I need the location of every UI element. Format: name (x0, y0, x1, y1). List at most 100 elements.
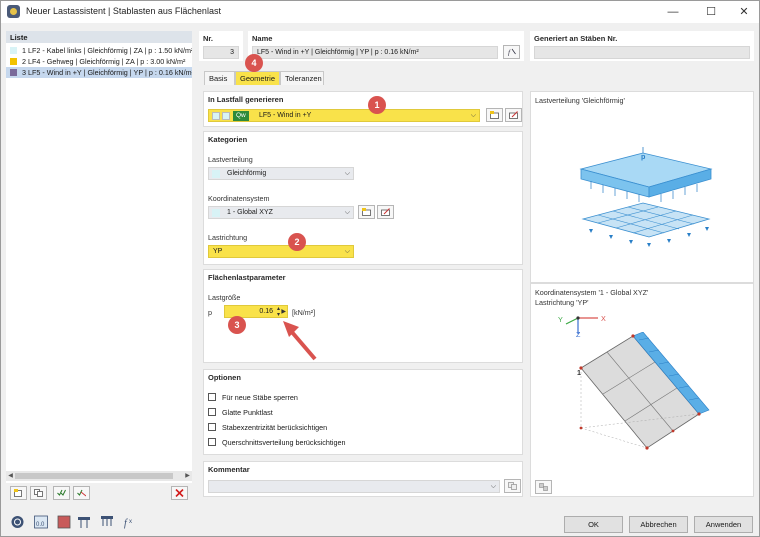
preview-top-caption: Lastverteilung 'Gleichförmig' (535, 96, 625, 105)
params-title: Flächenlastparameter (208, 273, 286, 282)
color-swatch (10, 69, 17, 76)
edit-coord-button[interactable] (377, 205, 394, 219)
preview-options-icon (539, 483, 548, 491)
uncheck-all-button[interactable] (73, 486, 90, 500)
preview-options-button[interactable] (535, 480, 552, 494)
direction-label: Lastrichtung (208, 233, 248, 242)
annotation-badge-4: 4 (245, 54, 263, 72)
new-loadcase-icon (490, 111, 499, 119)
loadcase-type-swatch (222, 112, 230, 120)
coord-label: Koordinatensystem (208, 194, 270, 203)
loadcase-dropdown[interactable]: Qw LF5 - Wind in +Y ⌵ (208, 109, 480, 122)
scroll-right-icon[interactable]: ▶ (183, 471, 192, 481)
coord-dropdown[interactable]: 1 - Global XYZ ⌵ (208, 206, 354, 219)
new-loadcase-button[interactable] (486, 108, 503, 122)
scroll-left-icon[interactable]: ◀ (6, 471, 15, 481)
generated-label: Generiert an Stäben Nr. (534, 34, 618, 43)
copy-item-button[interactable] (30, 486, 47, 500)
node-label: 1 (577, 368, 581, 377)
chevron-down-icon: ⌵ (344, 209, 350, 216)
distribution-swatch (212, 170, 220, 178)
option-lock-new-members[interactable]: Für neue Stäbe sperren (208, 393, 298, 404)
close-button[interactable]: ✕ (729, 1, 759, 23)
distribution-dropdown[interactable]: Gleichförmig ⌵ (208, 167, 354, 180)
loadcase-value: LF5 - Wind in +Y (259, 112, 312, 119)
list-horizontal-scrollbar[interactable]: ◀ ▶ (6, 471, 192, 481)
tab-basis[interactable]: Basis (204, 71, 235, 85)
units-icon[interactable]: 0.0 (34, 515, 49, 529)
options-title: Optionen (208, 373, 241, 382)
minimize-button[interactable]: — (658, 1, 688, 23)
loadcase-title: In Lastfall generieren (208, 95, 284, 104)
loadcase-color-swatch (212, 112, 220, 120)
new-item-button[interactable] (10, 486, 27, 500)
chevron-down-icon: ⌵ (344, 170, 350, 177)
distribution-label: Lastverteilung (208, 155, 253, 164)
spinner-icon[interactable]: ▴ ▾ (277, 306, 280, 318)
edit-loadcase-button[interactable] (505, 108, 522, 122)
formula-icon[interactable]: fx (122, 515, 137, 529)
edit-name-button[interactable]: f (503, 45, 520, 59)
comment-library-button[interactable] (504, 479, 521, 493)
option-smooth-point-load[interactable]: Glatte Punktlast (208, 408, 273, 419)
comment-dropdown[interactable]: ⌵ (208, 480, 500, 493)
dialog-window: Neuer Lastassistent | Stablasten aus Flä… (0, 0, 760, 537)
checkbox[interactable] (208, 408, 216, 416)
generated-group: Generiert an Stäben Nr. (530, 31, 754, 61)
list-item[interactable]: 2 LF4 - Gehweg | Gleichförmig | ZA | p :… (6, 56, 192, 67)
checkbox[interactable] (208, 438, 216, 446)
nr-field[interactable]: 3 (203, 46, 239, 59)
direction-dropdown[interactable]: YP ⌵ (208, 245, 354, 258)
list-item-selected[interactable]: 3 LF5 - Wind in +Y | Gleichförmig | YP |… (6, 67, 192, 78)
copy-icon (508, 482, 517, 490)
list-panel: Liste 1 LF2 - Kabel links | Gleichförmig… (6, 31, 192, 483)
ok-button[interactable]: OK (564, 516, 623, 533)
scroll-thumb[interactable] (15, 473, 173, 479)
svg-text:0.0: 0.0 (36, 522, 45, 528)
load-size-label: Lastgröße (208, 293, 241, 302)
tab-toleranzen[interactable]: Toleranzen (280, 71, 324, 85)
svg-text:f: f (508, 49, 511, 56)
annotation-arrow-icon (283, 321, 317, 361)
apply-button[interactable]: Anwenden (694, 516, 753, 533)
edit-coord-icon (381, 208, 390, 216)
annotation-badge-1: 1 (368, 96, 386, 114)
annotation-badge-3: 3 (228, 316, 246, 334)
load-icon[interactable] (100, 515, 115, 529)
name-field[interactable]: LF5 - Wind in +Y | Gleichförmig | YP | p… (252, 46, 498, 59)
checkbox[interactable] (208, 423, 216, 431)
cancel-button[interactable]: Abbrechen (629, 516, 688, 533)
edit-loadcase-icon (509, 111, 518, 119)
delete-icon (175, 489, 184, 497)
uncheck-all-icon (77, 489, 86, 497)
play-arrow-icon[interactable]: ▶ (281, 308, 286, 315)
help-icon[interactable] (10, 515, 25, 529)
new-coord-button[interactable] (358, 205, 375, 219)
inclined-surface-illustration (579, 332, 710, 450)
color-swatch (10, 47, 17, 54)
svg-text:f: f (124, 518, 128, 529)
checkbox[interactable] (208, 393, 216, 401)
delete-item-button[interactable] (171, 486, 188, 500)
comment-section: Kommentar ⌵ (203, 461, 523, 497)
preview-distribution: Lastverteilung 'Gleichförmig' p (530, 91, 754, 283)
formula-icon: f (508, 48, 516, 56)
tab-geometrie[interactable]: Geometrie (235, 71, 280, 85)
maximize-button[interactable]: ☐ (696, 1, 726, 23)
check-all-button[interactable] (53, 486, 70, 500)
structure-icon[interactable] (77, 515, 92, 529)
axis-x-label: X (601, 314, 606, 323)
name-label: Name (252, 34, 273, 43)
color-icon[interactable] (57, 515, 72, 529)
check-all-icon (57, 489, 66, 496)
list-item[interactable]: 1 LF2 - Kabel links | Gleichförmig | ZA … (6, 45, 192, 56)
categories-section: Kategorien Lastverteilung Gleichförmig ⌵… (203, 131, 523, 265)
load-symbol: p (208, 308, 212, 317)
chevron-down-icon: ⌵ (490, 483, 496, 490)
title-bar: Neuer Lastassistent | Stablasten aus Flä… (1, 1, 759, 23)
option-section-distribution[interactable]: Querschnittsverteilung berücksichtigen (208, 438, 345, 449)
copy-icon (34, 489, 43, 497)
params-section: Flächenlastparameter Lastgröße p 0.16 ▴ ▾… (203, 269, 523, 363)
generated-field[interactable] (534, 46, 750, 59)
option-member-eccentricity[interactable]: Stabexzentrizität berücksichtigen (208, 423, 327, 434)
